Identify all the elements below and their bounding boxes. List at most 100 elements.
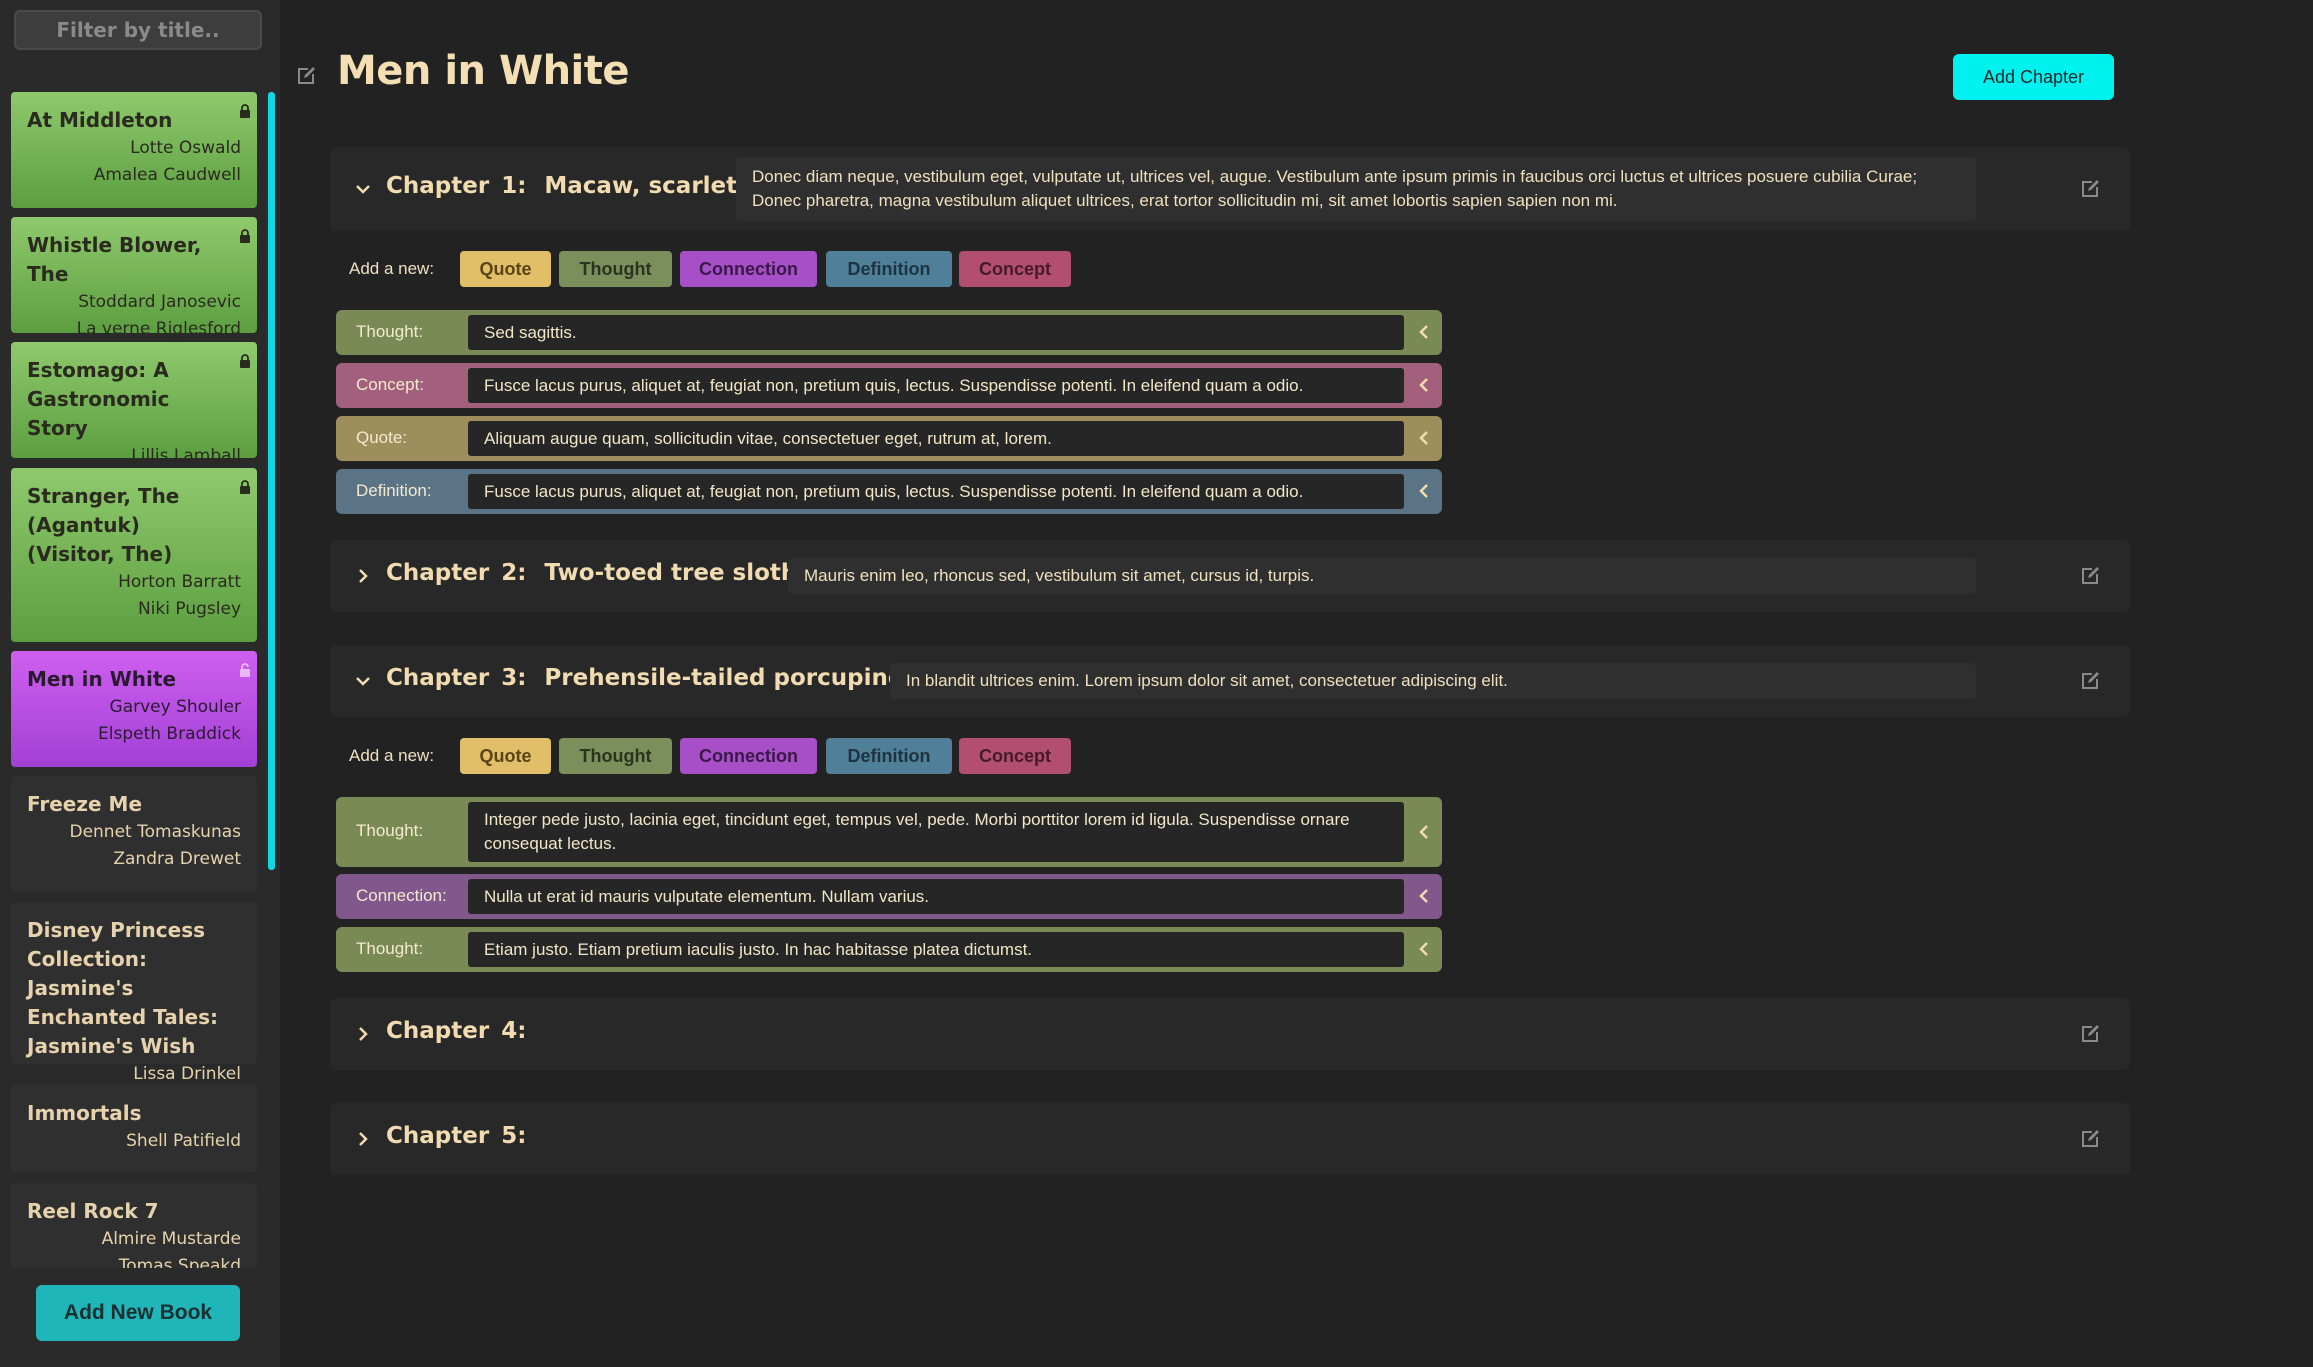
book-author: Lissa Drinkel — [133, 1064, 241, 1084]
add-connection-button[interactable]: Connection — [680, 738, 817, 774]
book-author: Niki Pugsley — [137, 599, 241, 619]
book-title: Stranger, The (Agantuk) (Visitor, The) — [27, 484, 180, 566]
page-title: Men in White — [337, 48, 630, 94]
note-text[interactable]: Fusce lacus purus, aliquet at, feugiat n… — [468, 474, 1404, 509]
note-row[interactable]: Definition: Fusce lacus purus, aliquet a… — [336, 469, 1442, 514]
chevron-left-icon[interactable] — [1418, 324, 1430, 340]
note-row[interactable]: Thought: Integer pede justo, lacinia ege… — [336, 797, 1442, 867]
lock-icon — [240, 229, 250, 243]
chevron-left-icon[interactable] — [1418, 483, 1430, 499]
book-card[interactable]: Freeze Me Dennet Tomaskunas Zandra Drewe… — [11, 776, 257, 892]
book-title: Estomago: A Gastronomic Story — [27, 358, 170, 440]
book-author: Lillis Lamball — [131, 446, 241, 466]
add-new-book-button[interactable]: Add New Book — [36, 1285, 240, 1341]
filter-input[interactable]: Filter by title.. — [14, 10, 262, 50]
lock-icon — [240, 104, 250, 118]
book-card[interactable]: Estomago: A Gastronomic Story Lillis Lam… — [11, 342, 257, 466]
book-card-selected[interactable]: Men in White Garvey Shouler Elspeth Brad… — [11, 651, 257, 767]
chevron-right-icon[interactable] — [354, 567, 372, 585]
add-concept-button[interactable]: Concept — [959, 251, 1071, 287]
chevron-left-icon[interactable] — [1418, 888, 1430, 904]
chapter-header[interactable]: Chapter 3: Prehensile-tailed porcupine In … — [330, 645, 2130, 717]
chevron-right-icon[interactable] — [354, 1025, 372, 1043]
book-author: Amalea Caudwell — [93, 165, 241, 185]
book-title: Whistle Blower, The — [27, 233, 202, 286]
note-row[interactable]: Quote: Aliquam augue quam, sollicitudin … — [336, 416, 1442, 461]
book-author: Elspeth Braddick — [98, 724, 241, 744]
add-new-label: Add a new: — [349, 746, 435, 765]
edit-icon[interactable] — [2080, 1024, 2100, 1044]
book-author: La verne Riglesford — [76, 319, 241, 339]
note-text[interactable]: Fusce lacus purus, aliquet at, feugiat n… — [468, 368, 1404, 403]
chapter-number: 4: — [501, 1018, 527, 1044]
book-author: Dennet Tomaskunas — [69, 822, 241, 842]
chapter-header[interactable]: Chapter 5: — [330, 1103, 2130, 1175]
book-author: Garvey Shouler — [109, 697, 241, 717]
chevron-down-icon[interactable] — [354, 180, 372, 198]
note-row[interactable]: Connection: Nulla ut erat id mauris vulp… — [336, 874, 1442, 919]
chevron-left-icon[interactable] — [1418, 824, 1430, 840]
book-card[interactable]: Whistle Blower, The Stoddard Janosevic L… — [11, 217, 257, 339]
note-text[interactable]: Sed sagittis. — [468, 315, 1404, 350]
chapter-name: Two-toed tree sloth — [544, 560, 798, 586]
edit-icon[interactable] — [2080, 179, 2100, 199]
chapter-header[interactable]: Chapter 1: Macaw, scarlet Donec diam neque… — [330, 147, 2130, 231]
add-definition-button[interactable]: Definition — [826, 738, 952, 774]
note-type-label: Definition: — [356, 481, 432, 500]
note-text[interactable]: Aliquam augue quam, sollicitudin vitae, … — [468, 421, 1404, 456]
chapter-title: Chapter 2: Two-toed tree sloth — [386, 560, 797, 586]
add-thought-button[interactable]: Thought — [559, 738, 672, 774]
book-card[interactable]: Disney Princess Collection: Jasmine's En… — [11, 902, 257, 1084]
add-concept-button[interactable]: Concept — [959, 738, 1071, 774]
add-quote-button[interactable]: Quote — [460, 251, 551, 287]
chapter-label: Chapter — [386, 665, 490, 691]
book-card[interactable]: Stranger, The (Agantuk) (Visitor, The) H… — [11, 468, 257, 642]
chapter-title: Chapter 4: — [386, 1018, 526, 1044]
chevron-left-icon[interactable] — [1418, 377, 1430, 393]
book-title: At Middleton — [27, 108, 173, 132]
edit-icon[interactable] — [296, 66, 316, 86]
book-author: Shell Patifield — [126, 1131, 241, 1151]
note-type-label: Connection: — [356, 886, 447, 905]
note-type-label: Quote: — [356, 428, 408, 447]
chapter-number: 3: — [501, 665, 527, 691]
edit-icon[interactable] — [2080, 1129, 2100, 1149]
note-row[interactable]: Thought: Sed sagittis. — [336, 310, 1442, 355]
book-card[interactable]: At Middleton Lotte Oswald Amalea Caudwel… — [11, 92, 257, 208]
sidebar: Filter by title.. At Middleton Lotte Osw… — [0, 0, 280, 1367]
book-author: Horton Barratt — [118, 572, 241, 592]
chevron-left-icon[interactable] — [1418, 941, 1430, 957]
chapter-label: Chapter — [386, 1018, 490, 1044]
add-connection-button[interactable]: Connection — [680, 251, 817, 287]
book-title: Immortals — [27, 1101, 142, 1125]
chapter-description: Donec diam neque, vestibulum eget, vulpu… — [736, 157, 1976, 221]
book-author: Almire Mustarde — [101, 1229, 241, 1249]
chapter-header[interactable]: Chapter 4: — [330, 998, 2130, 1070]
edit-icon[interactable] — [2080, 566, 2100, 586]
book-card[interactable]: Reel Rock 7 Almire Mustarde Tomas Speakd — [11, 1183, 257, 1268]
add-quote-button[interactable]: Quote — [460, 738, 551, 774]
chapter-header[interactable]: Chapter 2: Two-toed tree sloth Mauris enim… — [330, 540, 2130, 612]
add-note-bar: Add a new: Quote Thought Connection Defi… — [349, 251, 1071, 287]
edit-icon[interactable] — [2080, 671, 2100, 691]
book-card[interactable]: Immortals Shell Patifield — [11, 1085, 257, 1173]
note-text[interactable]: Integer pede justo, lacinia eget, tincid… — [468, 802, 1404, 862]
chapter-name: Prehensile-tailed porcupine — [544, 665, 904, 691]
chevron-down-icon[interactable] — [354, 672, 372, 690]
add-thought-button[interactable]: Thought — [559, 251, 672, 287]
note-row[interactable]: Concept: Fusce lacus purus, aliquet at, … — [336, 363, 1442, 408]
chevron-left-icon[interactable] — [1418, 430, 1430, 446]
note-text[interactable]: Nulla ut erat id mauris vulputate elemen… — [468, 879, 1404, 914]
lock-icon — [240, 480, 250, 494]
note-row[interactable]: Thought: Etiam justo. Etiam pretium iacu… — [336, 927, 1442, 972]
chapter-description: In blandit ultrices enim. Lorem ipsum do… — [890, 663, 1976, 699]
add-chapter-button[interactable]: Add Chapter — [1953, 54, 2114, 100]
add-definition-button[interactable]: Definition — [826, 251, 952, 287]
book-list-scrollbar[interactable] — [268, 92, 275, 870]
chevron-right-icon[interactable] — [354, 1130, 372, 1148]
book-author: Lotte Oswald — [130, 138, 241, 158]
chapter-number: 5: — [501, 1123, 527, 1149]
note-text[interactable]: Etiam justo. Etiam pretium iaculis justo… — [468, 932, 1404, 967]
note-type-label: Thought: — [356, 939, 424, 958]
chapter-label: Chapter — [386, 1123, 490, 1149]
